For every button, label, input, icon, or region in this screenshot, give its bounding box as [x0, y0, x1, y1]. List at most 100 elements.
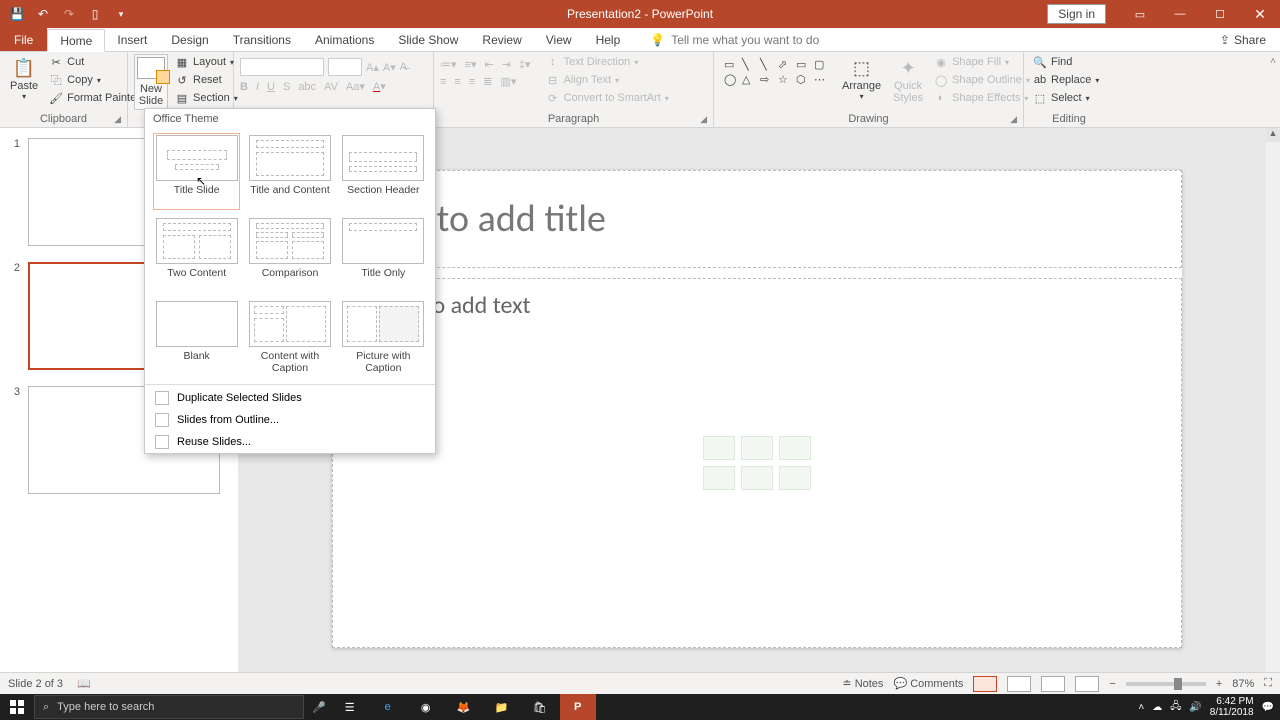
- shape-fill-button[interactable]: ◉Shape Fill ▾: [931, 54, 1033, 70]
- shape-effects-button[interactable]: ◐Shape Effects ▾: [931, 90, 1033, 106]
- columns-icon[interactable]: ▥▾: [500, 75, 516, 88]
- layout-comparison[interactable]: Comparison: [246, 216, 333, 293]
- zoom-in-button[interactable]: +: [1216, 678, 1222, 690]
- zoom-out-button[interactable]: −: [1109, 678, 1115, 690]
- reuse-slides-button[interactable]: Reuse Slides...: [145, 431, 435, 453]
- tray-overflow-icon[interactable]: ˄: [1138, 702, 1144, 713]
- insert-chart-icon[interactable]: [741, 436, 773, 460]
- replace-button[interactable]: abReplace ▾: [1030, 72, 1102, 88]
- select-button[interactable]: ⬚Select ▾: [1030, 90, 1102, 106]
- slide-sorter-view-button[interactable]: [1007, 676, 1031, 692]
- action-center-icon[interactable]: 💬: [1262, 702, 1274, 713]
- bullets-icon[interactable]: ≔▾: [440, 58, 457, 71]
- start-from-beginning-icon[interactable]: ▯: [88, 7, 102, 21]
- tab-home[interactable]: Home: [47, 29, 105, 52]
- insert-online-picture-icon[interactable]: [741, 466, 773, 490]
- network-icon[interactable]: 🖧: [1170, 699, 1181, 716]
- task-view-icon[interactable]: ☰: [332, 694, 368, 720]
- text-direction-button[interactable]: ↕Text Direction ▾: [543, 54, 672, 70]
- align-left-icon[interactable]: ≡: [440, 76, 446, 88]
- decrease-indent-icon[interactable]: ⇤: [484, 58, 493, 71]
- share-button[interactable]: ⇪ Share: [1220, 28, 1280, 51]
- powerpoint-icon[interactable]: P: [560, 694, 596, 720]
- bold-button[interactable]: B: [240, 81, 248, 93]
- layout-two-content[interactable]: Two Content: [153, 216, 240, 293]
- character-spacing-icon[interactable]: AV: [324, 81, 338, 93]
- decrease-font-icon[interactable]: A▾: [383, 61, 396, 74]
- shadow-button[interactable]: abc: [298, 81, 316, 93]
- spellcheck-icon[interactable]: 📖: [77, 677, 91, 690]
- start-button[interactable]: [0, 694, 34, 720]
- store-icon[interactable]: 🛍: [522, 694, 558, 720]
- save-icon[interactable]: 💾: [10, 7, 24, 21]
- tell-me[interactable]: 💡 Tell me what you want to do: [650, 28, 819, 51]
- taskbar-search[interactable]: ⌕ Type here to search: [34, 695, 304, 719]
- tab-view[interactable]: View: [534, 28, 584, 51]
- dialog-launcher-icon[interactable]: ◢: [114, 114, 121, 125]
- tab-slideshow[interactable]: Slide Show: [386, 28, 470, 51]
- onedrive-icon[interactable]: ☁: [1152, 702, 1162, 713]
- ribbon-display-options-icon[interactable]: ▭: [1120, 0, 1160, 28]
- volume-icon[interactable]: 🔊: [1189, 702, 1201, 713]
- scroll-up-icon[interactable]: ▲: [1266, 128, 1280, 142]
- redo-icon[interactable]: ↷: [62, 7, 76, 21]
- numbering-icon[interactable]: ≡▾: [465, 58, 477, 71]
- layout-picture-caption[interactable]: Picture with Caption: [340, 299, 427, 376]
- align-center-icon[interactable]: ≡: [454, 76, 460, 88]
- close-button[interactable]: ✕: [1240, 0, 1280, 28]
- convert-smartart-button[interactable]: ⟳Convert to SmartArt ▾: [543, 90, 672, 106]
- title-placeholder[interactable]: Click to add title: [332, 170, 1182, 268]
- find-button[interactable]: 🔍Find: [1030, 54, 1102, 70]
- arrange-button[interactable]: ⬚Arrange▾: [838, 54, 885, 103]
- justify-icon[interactable]: ≣: [483, 75, 492, 88]
- increase-indent-icon[interactable]: ⇥: [502, 58, 511, 71]
- dialog-launcher-icon[interactable]: ◢: [1010, 114, 1017, 125]
- layout-blank[interactable]: Blank: [153, 299, 240, 376]
- tab-transitions[interactable]: Transitions: [221, 28, 303, 51]
- insert-smartart-icon[interactable]: [779, 436, 811, 460]
- taskbar-clock[interactable]: 6:42 PM 8/11/2018: [1210, 696, 1254, 718]
- file-explorer-icon[interactable]: 📁: [484, 694, 520, 720]
- font-size-input[interactable]: [328, 58, 362, 76]
- layout-section-header[interactable]: Section Header: [340, 133, 427, 210]
- minimize-button[interactable]: —: [1160, 0, 1200, 28]
- comments-button[interactable]: 💬 Comments: [893, 677, 963, 690]
- new-slide-button[interactable]: New Slide: [134, 54, 168, 110]
- duplicate-slides-button[interactable]: Duplicate Selected Slides: [145, 387, 435, 409]
- layout-content-caption[interactable]: Content with Caption: [246, 299, 333, 376]
- tab-file[interactable]: File: [0, 28, 47, 51]
- layout-title-content[interactable]: Title and Content: [246, 133, 333, 210]
- insert-table-icon[interactable]: [703, 436, 735, 460]
- section-button[interactable]: ▤Section ▾: [172, 90, 241, 106]
- tab-review[interactable]: Review: [470, 28, 533, 51]
- align-text-button[interactable]: ⊟Align Text ▾: [543, 72, 672, 88]
- reset-button[interactable]: ↺Reset: [172, 72, 241, 88]
- slideshow-view-button[interactable]: [1075, 676, 1099, 692]
- shape-gallery[interactable]: ▭╲╲⬀▭▢ ◯△⇨☆⬡⋯: [720, 54, 834, 90]
- tab-design[interactable]: Design: [159, 28, 220, 51]
- normal-view-button[interactable]: [973, 676, 997, 692]
- tab-help[interactable]: Help: [584, 28, 633, 51]
- font-color-icon[interactable]: A▾: [373, 80, 386, 93]
- undo-icon[interactable]: ↶: [36, 7, 50, 21]
- zoom-slider[interactable]: [1126, 682, 1206, 686]
- strikethrough-button[interactable]: S: [283, 81, 290, 93]
- italic-button[interactable]: I: [256, 81, 259, 93]
- tab-insert[interactable]: Insert: [105, 28, 159, 51]
- vertical-scrollbar[interactable]: ▲ ▼: [1266, 128, 1280, 694]
- quick-styles-button[interactable]: ✦Quick Styles: [889, 54, 927, 106]
- zoom-level[interactable]: 87%: [1232, 678, 1254, 690]
- cortana-mic-icon[interactable]: 🎤: [312, 701, 326, 714]
- layout-title-slide[interactable]: Title Slide: [153, 133, 240, 210]
- layout-title-only[interactable]: Title Only: [340, 216, 427, 293]
- content-placeholder[interactable]: • Click to add text: [332, 278, 1182, 648]
- align-right-icon[interactable]: ≡: [469, 76, 475, 88]
- fit-to-window-button[interactable]: ⛶: [1264, 677, 1272, 690]
- underline-button[interactable]: U: [267, 81, 275, 93]
- zoom-slider-handle[interactable]: [1174, 678, 1182, 690]
- collapse-ribbon-icon[interactable]: ˄: [1270, 56, 1276, 67]
- notes-button[interactable]: ≐ Notes: [842, 677, 883, 690]
- maximize-button[interactable]: ☐: [1200, 0, 1240, 28]
- firefox-icon[interactable]: 🦊: [446, 694, 482, 720]
- sign-in-button[interactable]: Sign in: [1047, 4, 1106, 24]
